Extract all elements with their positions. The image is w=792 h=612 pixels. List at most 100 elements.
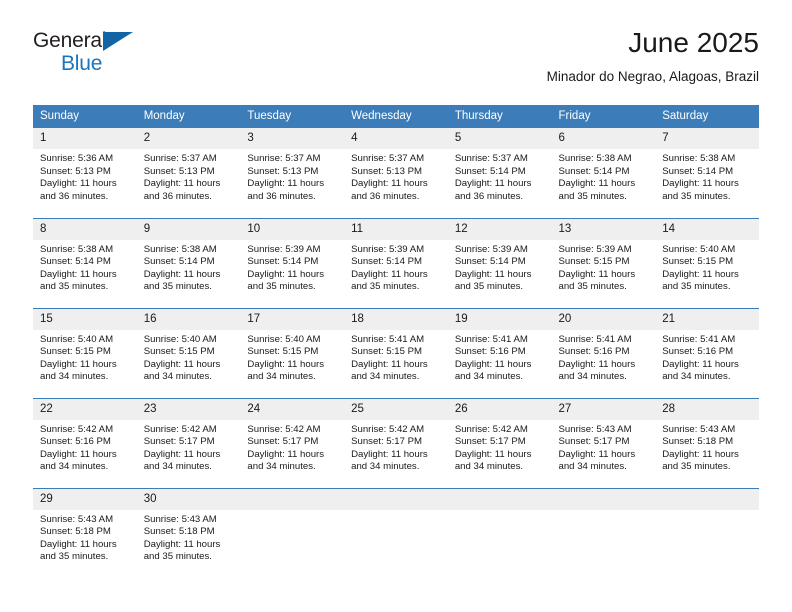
day-cell[interactable]: 15 Sunrise: 5:40 AM Sunset: 5:15 PM Dayligh… <box>33 307 137 398</box>
daylight-text-line1: Daylight: 11 hours <box>143 358 221 370</box>
sunset-text: Sunset: 5:15 PM <box>40 346 111 358</box>
sunrise-text: Sunrise: 5:43 AM <box>143 513 217 525</box>
day-details: Sunrise: 5:43 AM Sunset: 5:18 PM Daylight:… <box>137 510 241 564</box>
day-cell[interactable]: 16 Sunrise: 5:40 AM Sunset: 5:15 PM Dayligh… <box>136 307 241 398</box>
daylight-text-line1: Daylight: 11 hours <box>454 178 532 190</box>
sunrise-text: Sunrise: 5:38 AM <box>143 243 217 255</box>
weekday-header-wednesday: Wednesday <box>344 105 448 128</box>
sunset-text: Sunset: 5:14 PM <box>351 256 423 268</box>
day-number <box>447 488 552 510</box>
daylight-text-line2: and 34 minutes. <box>454 371 524 383</box>
daylight-text-line1: Daylight: 11 hours <box>454 448 532 460</box>
day-cell[interactable]: 24 Sunrise: 5:42 AM Sunset: 5:17 PM Dayligh… <box>240 397 345 488</box>
sunset-text: Sunset: 5:13 PM <box>40 165 111 177</box>
day-number: 29 <box>33 488 137 510</box>
day-cell[interactable]: 2 Sunrise: 5:37 AM Sunset: 5:13 PM Daylight… <box>136 128 241 218</box>
generalblue-logo[interactable]: General Blue <box>33 30 213 86</box>
day-details: Sunrise: 5:38 AM Sunset: 5:14 PM Daylight:… <box>33 240 137 294</box>
sunrise-text: Sunrise: 5:38 AM <box>40 243 114 255</box>
logo-text-blue: Blue <box>61 52 103 75</box>
daylight-text-line2: and 35 minutes. <box>143 551 212 563</box>
daylight-text-line2: and 36 minutes. <box>454 190 524 202</box>
day-details: Sunrise: 5:41 AM Sunset: 5:15 PM Daylight:… <box>344 330 448 384</box>
calendar-table: Sunday Monday Tuesday Wednesday Thursday… <box>33 105 759 578</box>
sunset-text: Sunset: 5:18 PM <box>662 436 734 448</box>
sunrise-text: Sunrise: 5:40 AM <box>662 243 736 255</box>
day-cell[interactable]: 8 Sunrise: 5:38 AM Sunset: 5:14 PM Daylight… <box>33 217 137 308</box>
day-number <box>655 488 759 510</box>
sunset-text: Sunset: 5:16 PM <box>40 436 111 448</box>
day-cell[interactable]: 28 Sunrise: 5:43 AM Sunset: 5:18 PM Dayligh… <box>655 397 759 488</box>
sunrise-text: Sunrise: 5:37 AM <box>143 153 217 164</box>
sunset-text: Sunset: 5:16 PM <box>558 346 630 358</box>
day-details: Sunrise: 5:40 AM Sunset: 5:15 PM Daylight:… <box>655 240 759 294</box>
daylight-text-line2: and 34 minutes. <box>454 461 524 473</box>
day-cell[interactable]: 20 Sunrise: 5:41 AM Sunset: 5:16 PM Dayligh… <box>551 307 656 398</box>
day-cell[interactable]: 17 Sunrise: 5:40 AM Sunset: 5:15 PM Dayligh… <box>240 307 345 398</box>
day-cell[interactable]: 27 Sunrise: 5:43 AM Sunset: 5:17 PM Dayligh… <box>551 397 656 488</box>
sunrise-text: Sunrise: 5:41 AM <box>662 333 736 345</box>
sunset-text: Sunset: 5:17 PM <box>558 436 630 448</box>
day-details: Sunrise: 5:41 AM Sunset: 5:16 PM Daylight:… <box>448 330 552 384</box>
sunset-text: Sunset: 5:15 PM <box>143 346 215 358</box>
day-number: 27 <box>551 398 656 420</box>
day-cell[interactable]: 30 Sunrise: 5:43 AM Sunset: 5:18 PM Dayligh… <box>136 487 241 578</box>
day-number: 21 <box>655 308 759 330</box>
day-number: 24 <box>240 398 345 420</box>
day-cell[interactable]: 1 Sunrise: 5:36 AM Sunset: 5:13 PM Daylight… <box>33 128 137 218</box>
day-cell-empty <box>240 487 345 578</box>
day-details: Sunrise: 5:39 AM Sunset: 5:14 PM Daylight:… <box>448 240 552 294</box>
day-cell[interactable]: 23 Sunrise: 5:42 AM Sunset: 5:17 PM Dayligh… <box>136 397 241 488</box>
day-number: 30 <box>136 488 241 510</box>
day-details: Sunrise: 5:37 AM Sunset: 5:14 PM Daylight:… <box>448 149 552 203</box>
daylight-text-line2: and 35 minutes. <box>40 281 109 293</box>
day-number: 5 <box>447 128 552 149</box>
day-number: 25 <box>344 398 448 420</box>
sunset-text: Sunset: 5:15 PM <box>558 256 630 268</box>
sunrise-text: Sunrise: 5:37 AM <box>351 153 425 164</box>
sunset-text: Sunset: 5:18 PM <box>143 526 215 538</box>
daylight-text-line2: and 34 minutes. <box>143 371 212 383</box>
day-cell[interactable]: 11 Sunrise: 5:39 AM Sunset: 5:14 PM Dayligh… <box>344 217 448 308</box>
day-details: Sunrise: 5:37 AM Sunset: 5:13 PM Daylight:… <box>344 149 448 203</box>
daylight-text-line1: Daylight: 11 hours <box>40 358 117 370</box>
day-cell[interactable]: 18 Sunrise: 5:41 AM Sunset: 5:15 PM Dayligh… <box>344 307 448 398</box>
sunset-text: Sunset: 5:13 PM <box>247 165 319 177</box>
day-details: Sunrise: 5:39 AM Sunset: 5:14 PM Daylight:… <box>344 240 448 294</box>
daylight-text-line1: Daylight: 11 hours <box>143 268 221 280</box>
day-number: 6 <box>551 128 656 149</box>
logo-triangle-icon <box>103 32 133 51</box>
daylight-text-line1: Daylight: 11 hours <box>558 358 636 370</box>
daylight-text-line1: Daylight: 11 hours <box>247 448 325 460</box>
sunset-text: Sunset: 5:14 PM <box>558 165 630 177</box>
day-number: 2 <box>136 128 241 149</box>
day-cell[interactable]: 21 Sunrise: 5:41 AM Sunset: 5:16 PM Dayligh… <box>655 307 759 398</box>
day-number <box>551 488 656 510</box>
day-cell[interactable]: 10 Sunrise: 5:39 AM Sunset: 5:14 PM Dayligh… <box>240 217 345 308</box>
sunset-text: Sunset: 5:17 PM <box>351 436 423 448</box>
day-number: 9 <box>136 218 241 240</box>
day-number: 1 <box>33 128 137 149</box>
calendar-body: 1 Sunrise: 5:36 AM Sunset: 5:13 PM Daylight… <box>33 128 759 578</box>
day-cell[interactable]: 22 Sunrise: 5:42 AM Sunset: 5:16 PM Dayligh… <box>33 397 137 488</box>
daylight-text-line1: Daylight: 11 hours <box>558 268 636 280</box>
day-number: 8 <box>33 218 137 240</box>
daylight-text-line2: and 35 minutes. <box>351 281 420 293</box>
day-cell[interactable]: 7 Sunrise: 5:38 AM Sunset: 5:14 PM Daylight… <box>655 128 759 218</box>
day-cell[interactable]: 26 Sunrise: 5:42 AM Sunset: 5:17 PM Dayligh… <box>447 397 552 488</box>
day-cell[interactable]: 13 Sunrise: 5:39 AM Sunset: 5:15 PM Dayligh… <box>551 217 656 308</box>
daylight-text-line2: and 36 minutes. <box>247 190 316 202</box>
day-cell[interactable]: 6 Sunrise: 5:38 AM Sunset: 5:14 PM Daylight… <box>551 128 656 218</box>
day-cell[interactable]: 3 Sunrise: 5:37 AM Sunset: 5:13 PM Daylight… <box>240 128 345 218</box>
day-cell[interactable]: 4 Sunrise: 5:37 AM Sunset: 5:13 PM Daylight… <box>344 128 448 218</box>
day-cell[interactable]: 12 Sunrise: 5:39 AM Sunset: 5:14 PM Dayligh… <box>447 217 552 308</box>
day-details: Sunrise: 5:41 AM Sunset: 5:16 PM Daylight:… <box>552 330 656 384</box>
day-cell[interactable]: 5 Sunrise: 5:37 AM Sunset: 5:14 PM Daylight… <box>447 128 552 218</box>
day-cell[interactable]: 29 Sunrise: 5:43 AM Sunset: 5:18 PM Dayligh… <box>33 487 137 578</box>
daylight-text-line2: and 36 minutes. <box>40 190 109 202</box>
page-header: General Blue June 2025 Minador do Negrao… <box>33 26 759 98</box>
day-cell[interactable]: 25 Sunrise: 5:42 AM Sunset: 5:17 PM Dayligh… <box>344 397 448 488</box>
day-cell[interactable]: 9 Sunrise: 5:38 AM Sunset: 5:14 PM Daylight… <box>136 217 241 308</box>
day-cell[interactable]: 14 Sunrise: 5:40 AM Sunset: 5:15 PM Dayligh… <box>655 217 759 308</box>
day-cell[interactable]: 19 Sunrise: 5:41 AM Sunset: 5:16 PM Dayligh… <box>447 307 552 398</box>
